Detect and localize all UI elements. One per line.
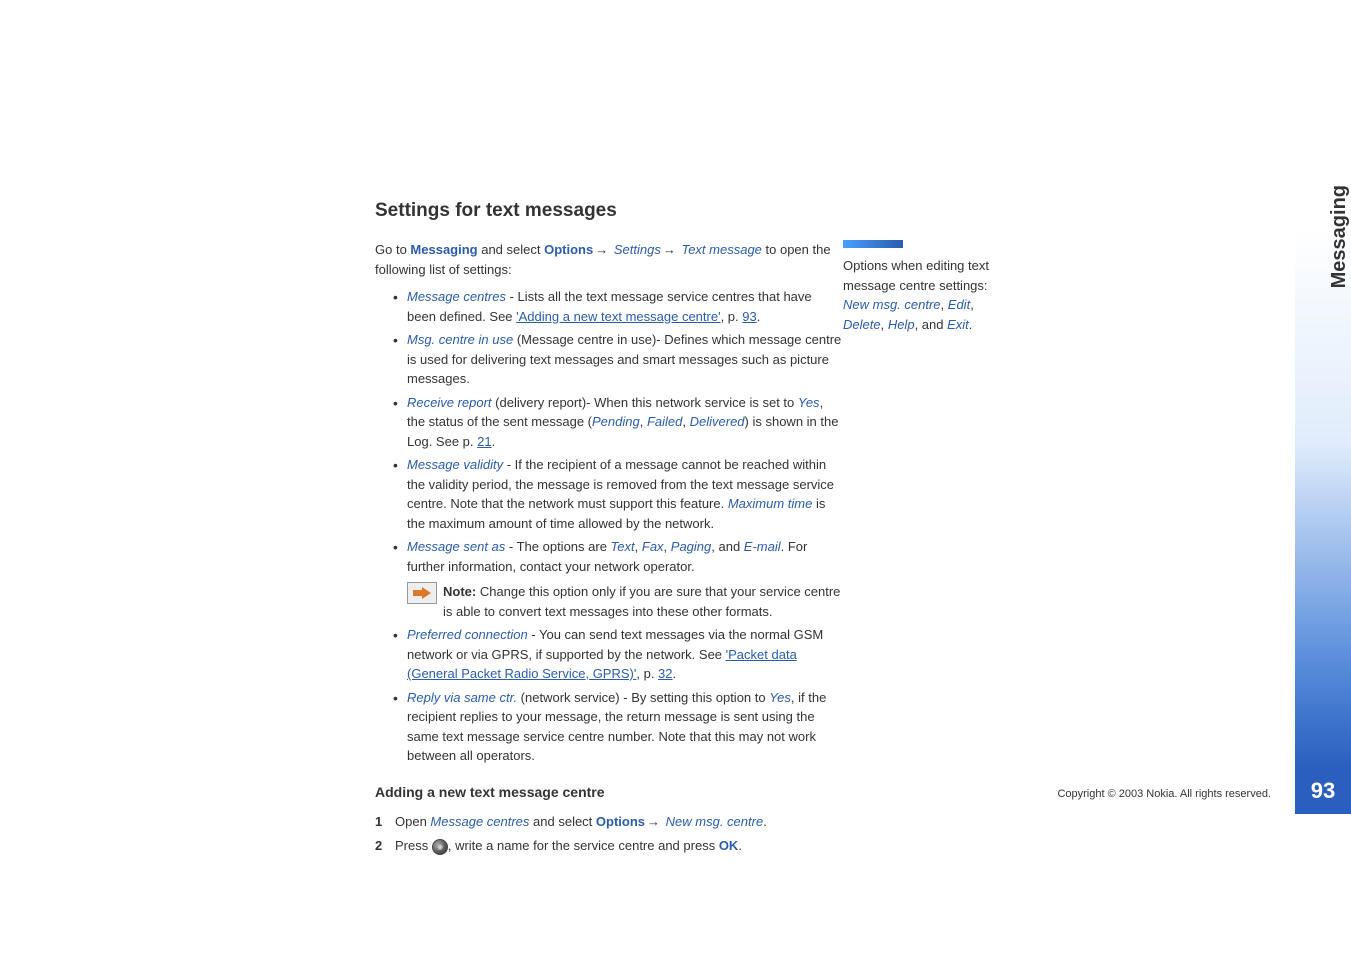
sidebar-note: Options when editing text message centre… [843, 240, 1013, 334]
list-item: Msg. centre in use (Message centre in us… [393, 330, 843, 389]
settings-menu: Settings [614, 242, 661, 257]
arrow-icon: → [595, 242, 612, 257]
setting-text: . [673, 666, 677, 681]
menu-item: New msg. centre [666, 814, 764, 829]
setting-text: (network service) - By setting this opti… [517, 690, 769, 705]
list-item: Preferred connection - You can send text… [393, 625, 843, 684]
option-value: Paging [671, 539, 711, 554]
option-value: Yes [769, 690, 791, 705]
sidebar-marker [843, 240, 903, 248]
menu-option: New msg. centre [843, 297, 941, 312]
setting-label: Message validity [407, 457, 503, 472]
settings-list: Message centres - Lists all the text mes… [393, 287, 843, 766]
options-menu: Options [544, 242, 593, 257]
sep: , [682, 414, 689, 429]
option-value: Maximum time [728, 496, 813, 511]
option-value: Yes [798, 395, 820, 410]
setting-label: Preferred connection [407, 627, 528, 642]
intro-prefix: Go to [375, 242, 410, 257]
arrow-icon: → [647, 814, 664, 829]
option-value: Text [611, 539, 635, 554]
sep: , [941, 297, 948, 312]
menu-option: Edit [948, 297, 970, 312]
option-value: Fax [642, 539, 664, 554]
setting-label: Message centres [407, 289, 506, 304]
sidebar-text: Options when editing text message centre… [843, 258, 989, 293]
intro-and-select: and select [478, 242, 545, 257]
list-item: Message sent as - The options are Text , … [393, 537, 843, 621]
ok-button-label: OK [719, 838, 739, 853]
option-value: E-mail [744, 539, 781, 554]
sep: , [881, 317, 888, 332]
setting-text: - The options are [505, 539, 610, 554]
step-text: , write a name for the service centre an… [448, 838, 719, 853]
list-item: Reply via same ctr. (network service) - … [393, 688, 843, 766]
cross-ref-link[interactable]: 'Adding a new text message centre' [516, 309, 720, 324]
step-text: . [738, 838, 742, 853]
note-text: Note: Change this option only if you are… [443, 582, 843, 621]
note-arrow-icon [407, 582, 437, 604]
setting-text: , p. [636, 666, 658, 681]
intro-paragraph: Go to Messaging and select Options→ Sett… [375, 240, 845, 279]
sep: , and [915, 317, 948, 332]
sep: , [970, 297, 974, 312]
status-value: Failed [647, 414, 682, 429]
status-value: Pending [592, 414, 640, 429]
page-margin-panel: Messaging 93 [1295, 0, 1351, 954]
menu-item: Message centres [430, 814, 529, 829]
copyright-text: Copyright © 2003 Nokia. All rights reser… [1057, 788, 1271, 800]
step-text: Press [395, 838, 432, 853]
arrow-icon: → [663, 242, 680, 257]
messaging-menu: Messaging [410, 242, 477, 257]
options-menu: Options [596, 814, 645, 829]
setting-label: Msg. centre in use [407, 332, 513, 347]
note-body: Change this option only if you are sure … [443, 584, 840, 619]
setting-text: , p. [721, 309, 743, 324]
sep: , [635, 539, 642, 554]
setting-label: Message sent as [407, 539, 505, 554]
step-text: Open [395, 814, 430, 829]
sep: , and [711, 539, 744, 554]
page-link[interactable]: 32 [658, 666, 672, 681]
step-text: and select [529, 814, 596, 829]
section-tab: Messaging [1328, 185, 1351, 288]
status-value: Delivered [690, 414, 745, 429]
list-item: Message centres - Lists all the text mes… [393, 287, 843, 326]
setting-label: Receive report [407, 395, 492, 410]
sep: , [640, 414, 647, 429]
page-link[interactable]: 93 [742, 309, 756, 324]
step-item: 2 Press , write a name for the service c… [375, 836, 1261, 857]
sep: , [664, 539, 671, 554]
menu-option: Delete [843, 317, 881, 332]
setting-text: . [492, 434, 496, 449]
note-label: Note: [443, 584, 476, 599]
setting-label: Reply via same ctr. [407, 690, 517, 705]
text-message-menu: Text message [681, 242, 761, 257]
list-item: Receive report (delivery report)- When t… [393, 393, 843, 452]
step-number: 1 [375, 812, 382, 833]
setting-text: . [757, 309, 761, 324]
page-number: 93 [1295, 768, 1351, 814]
menu-option: Exit [947, 317, 969, 332]
list-item: Message validity - If the recipient of a… [393, 455, 843, 533]
section-title: Settings for text messages [375, 200, 1261, 222]
setting-text: (delivery report)- When this network ser… [492, 395, 798, 410]
note-block: Note: Change this option only if you are… [407, 582, 843, 621]
sidebar-text: . [969, 317, 973, 332]
navigation-key-icon [432, 839, 448, 855]
step-item: 1 Open Message centres and select Option… [375, 812, 1261, 833]
step-number: 2 [375, 836, 382, 857]
menu-option: Help [888, 317, 915, 332]
step-text: . [763, 814, 767, 829]
steps-list: 1 Open Message centres and select Option… [375, 812, 1261, 858]
page-link[interactable]: 21 [477, 434, 491, 449]
gradient-decoration [1295, 228, 1351, 768]
